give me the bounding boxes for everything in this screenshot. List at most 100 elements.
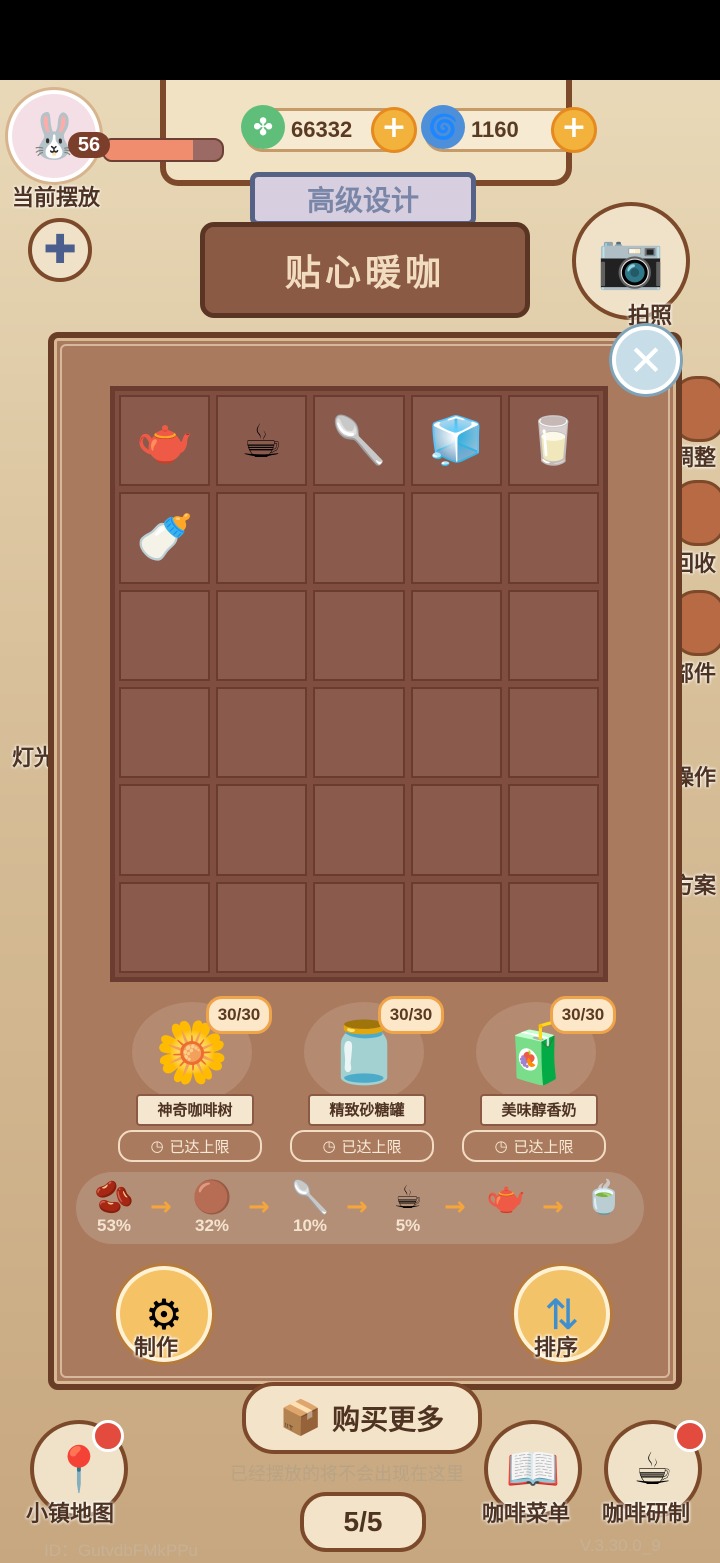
inventory-slot[interactable]: 🥛 [507, 395, 599, 487]
inventory-slot[interactable] [216, 492, 308, 584]
inventory-slot[interactable] [119, 881, 211, 973]
plus-icon: ✚ [43, 227, 77, 273]
inventory-slot[interactable] [507, 881, 599, 973]
inventory-slot[interactable] [216, 881, 308, 973]
inventory-slot[interactable] [313, 687, 405, 779]
arrow-right-icon: → [150, 1192, 172, 1222]
player-id: ID：GutvdbFMkPPu [44, 1541, 198, 1560]
inventory-slot[interactable] [119, 784, 211, 876]
inventory-slot[interactable] [507, 492, 599, 584]
map-pin-icon: 📍 [51, 1444, 107, 1495]
currency-green: ✤ 66332 + [241, 105, 417, 153]
latte-icon: ☕ [393, 1178, 423, 1216]
chain-step: 🟤 32% [182, 1178, 242, 1236]
close-icon: ✕ [628, 335, 664, 385]
inventory-slot[interactable]: ☕ [216, 395, 308, 487]
chain-step: 🍵 [574, 1178, 634, 1216]
inventory-slot[interactable] [507, 784, 599, 876]
inventory-slot[interactable]: 🍼 [119, 492, 211, 584]
source-name: 美味醇香奶 [480, 1094, 598, 1126]
status-text: 已达上限 [169, 1137, 230, 1156]
inventory-slot[interactable] [119, 589, 211, 681]
inventory-grid: 🫖 ☕ 🥄 🧊 🥛 🍼 [110, 386, 608, 982]
swirl-icon: 🌀 [421, 105, 465, 149]
page-indicator: 5/5 [300, 1492, 426, 1552]
add-placement-button[interactable]: ✚ [28, 218, 92, 282]
close-button[interactable]: ✕ [612, 326, 680, 394]
cafe-name: 贴心暖咖 [284, 253, 445, 294]
photo-label[interactable]: 拍照 [628, 298, 672, 330]
roasted-beans-icon: 🟤 [192, 1178, 232, 1216]
coffee-research-label[interactable]: 咖啡研制 [602, 1496, 690, 1528]
chain-step: 🥄 10% [280, 1178, 340, 1236]
source-count: 30/30 [206, 996, 272, 1034]
inventory-slot[interactable]: 🥄 [313, 395, 405, 487]
currency-green-value: 66332 [291, 117, 353, 142]
milk-jug-icon: 🥛 [524, 413, 583, 468]
inventory-slot[interactable]: 🫖 [119, 395, 211, 487]
inventory-slot[interactable] [507, 687, 599, 779]
clover-icon: ✤ [241, 105, 285, 149]
sub-banner: 高级设计 [250, 172, 476, 226]
espresso-set-icon: 🍵 [584, 1178, 624, 1216]
inventory-slot[interactable] [410, 881, 502, 973]
chain-step: 🫖 [476, 1178, 536, 1216]
coffee-menu-label[interactable]: 咖啡菜单 [482, 1496, 570, 1528]
source-count: 30/30 [378, 996, 444, 1034]
sub-banner-text: 高级设计 [306, 184, 419, 217]
inventory-slot[interactable] [410, 784, 502, 876]
status-text: 已达上限 [341, 1137, 402, 1156]
inventory-slot[interactable] [507, 589, 599, 681]
milk-bottle-icon: 🍼 [135, 510, 194, 565]
sugar-cubes-icon: 🧊 [427, 413, 485, 468]
chain-step-percent: 53% [96, 1216, 132, 1235]
add-blue-currency-button[interactable]: + [551, 107, 597, 153]
currency-blue-value: 1160 [471, 117, 519, 142]
buy-more-label: 购买更多 [332, 1403, 445, 1436]
source-milk[interactable]: 🧃 30/30 美味醇香奶 ◷ 已达上限 [462, 996, 616, 1162]
inventory-slot[interactable] [216, 687, 308, 779]
source-name: 精致砂糖罐 [308, 1094, 426, 1126]
buy-more-button[interactable]: 📦 购买更多 [242, 1382, 482, 1454]
inventory-slot[interactable] [410, 687, 502, 779]
coffee-bean-icon: 🫘 [94, 1178, 134, 1216]
chain-step-percent: 5% [395, 1216, 421, 1235]
xp-bar [102, 138, 224, 162]
source-count: 30/30 [550, 996, 616, 1034]
inventory-slot[interactable] [410, 492, 502, 584]
camera-icon: 📷 [597, 229, 665, 292]
inventory-slot[interactable]: 🧊 [410, 395, 502, 487]
box-icon: 📦 [279, 1398, 323, 1438]
chain-step-percent: 32% [194, 1216, 230, 1235]
chain-step-percent: 10% [292, 1216, 328, 1235]
inventory-slot[interactable] [313, 492, 405, 584]
town-map-label[interactable]: 小镇地图 [26, 1496, 114, 1528]
inventory-slot[interactable] [410, 589, 502, 681]
status-text: 已达上限 [513, 1137, 574, 1156]
latte-cup-icon: ☕ [241, 413, 283, 468]
source-coffee-tree[interactable]: 🌼 30/30 神奇咖啡树 ◷ 已达上限 [118, 996, 272, 1162]
coffee-cup-icon: ☕ [633, 1443, 673, 1495]
inventory-slot[interactable] [313, 589, 405, 681]
notification-badge [674, 1420, 706, 1452]
inventory-slot[interactable] [313, 881, 405, 973]
arrow-right-icon: → [248, 1192, 270, 1222]
ground-coffee-spoon-icon: 🥄 [330, 413, 388, 468]
source-status: ◷ 已达上限 [290, 1130, 434, 1162]
inventory-slot[interactable] [216, 784, 308, 876]
source-sugar-jar[interactable]: 🫙 30/30 精致砂糖罐 ◷ 已达上限 [290, 996, 444, 1162]
source-name: 神奇咖啡树 [136, 1094, 254, 1126]
make-label: 制作 [134, 1336, 179, 1361]
chain-step: 🫘 53% [84, 1178, 144, 1236]
inventory-slot[interactable] [119, 687, 211, 779]
chain-step: ☕ 5% [378, 1178, 438, 1236]
clock-icon: ◷ [494, 1137, 508, 1155]
add-green-currency-button[interactable]: + [371, 107, 417, 153]
cafe-name-banner: 贴心暖咖 [200, 222, 530, 318]
inventory-slot[interactable] [216, 589, 308, 681]
inventory-slot[interactable] [313, 784, 405, 876]
source-status: ◷ 已达上限 [462, 1130, 606, 1162]
current-placement-label[interactable]: 当前摆放 [12, 180, 100, 212]
menu-book-icon: 📖 [505, 1444, 561, 1495]
clock-icon: ◷ [322, 1137, 336, 1155]
